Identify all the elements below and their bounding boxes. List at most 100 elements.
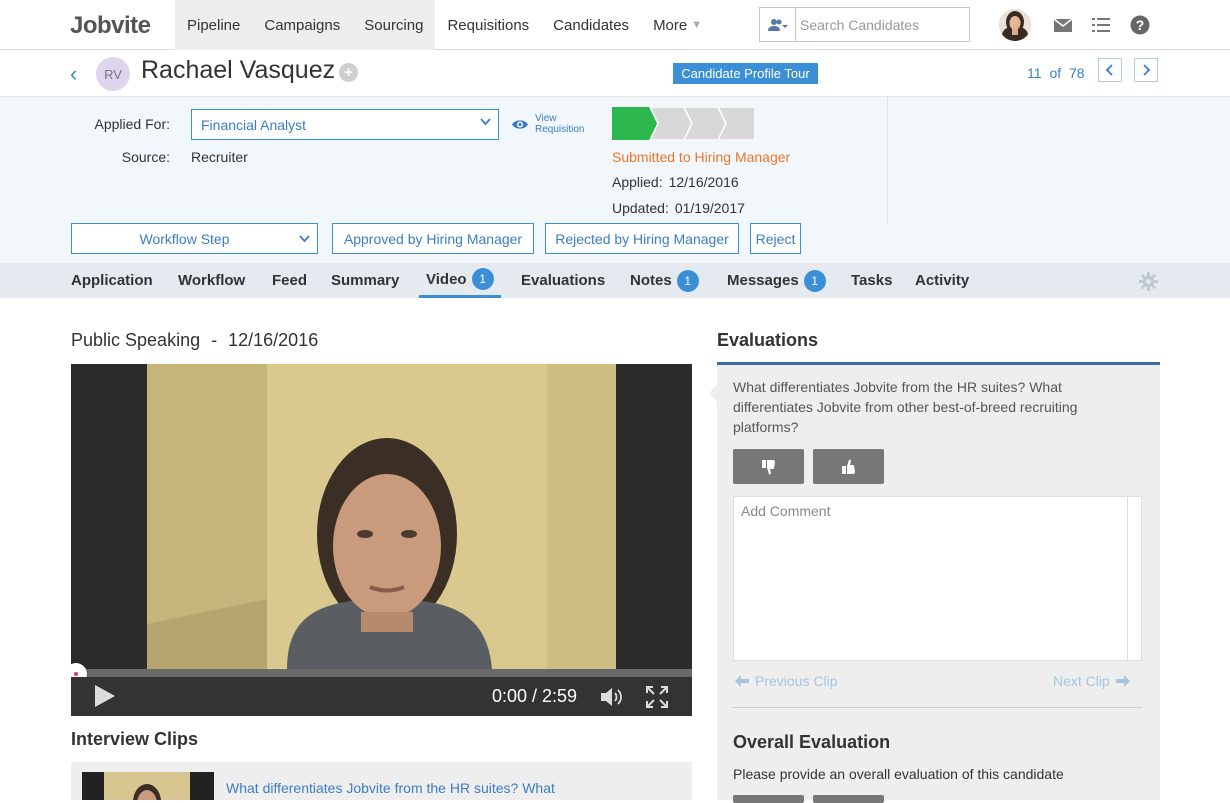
source-label: Source: bbox=[121, 149, 170, 165]
video-count-badge: 1 bbox=[471, 268, 494, 290]
updated-label: Updated: bbox=[612, 200, 669, 216]
candidate-profile-tour-button[interactable]: Candidate Profile Tour bbox=[673, 63, 818, 84]
list-icon[interactable] bbox=[1091, 15, 1111, 35]
view-requisition-line2: Requisition bbox=[535, 124, 585, 135]
clip-date: 12/16/2016 bbox=[228, 330, 319, 350]
arrow-left-icon bbox=[735, 675, 749, 687]
video-seek-bar[interactable] bbox=[71, 669, 692, 677]
next-clip-label: Next Clip bbox=[1053, 673, 1110, 689]
messages-count-badge: 1 bbox=[803, 269, 826, 292]
reject-button[interactable]: Reject bbox=[750, 223, 801, 254]
previous-clip-label: Previous Clip bbox=[755, 673, 838, 689]
tab-notes[interactable]: Notes 1 bbox=[630, 263, 699, 298]
evaluation-divider bbox=[733, 707, 1142, 708]
previous-clip-button[interactable]: Previous Clip bbox=[735, 673, 837, 689]
tab-application[interactable]: Application bbox=[71, 263, 153, 298]
tab-notes-label: Notes bbox=[630, 272, 672, 289]
view-requisition-line1: View bbox=[535, 113, 557, 124]
overall-thumbs-up-button[interactable] bbox=[813, 795, 884, 803]
workflow-progress bbox=[612, 107, 755, 140]
clip-thumbnail[interactable] bbox=[82, 772, 214, 800]
workflow-step-label: Workflow Step bbox=[139, 230, 230, 247]
thumbs-down-icon bbox=[761, 459, 775, 474]
tab-activity[interactable]: Activity bbox=[915, 263, 969, 298]
applied-for-label: Applied For: bbox=[94, 116, 170, 132]
pager-of: of bbox=[1049, 65, 1062, 81]
video-frame bbox=[147, 364, 616, 669]
applied-for-value: Financial Analyst bbox=[201, 116, 307, 133]
notes-count-badge: 1 bbox=[676, 269, 699, 292]
mail-icon[interactable] bbox=[1053, 15, 1073, 35]
applied-date-row: Applied: 12/16/2016 bbox=[612, 174, 739, 190]
next-candidate-button[interactable] bbox=[1134, 58, 1158, 82]
gear-icon[interactable] bbox=[1139, 272, 1158, 296]
approved-by-hiring-manager-button[interactable]: Approved by Hiring Manager bbox=[332, 223, 534, 254]
progress-step-done bbox=[612, 107, 658, 140]
search-input[interactable] bbox=[796, 8, 966, 41]
evaluations-heading: Evaluations bbox=[717, 330, 819, 350]
applied-for-select[interactable]: Financial Analyst bbox=[191, 109, 499, 140]
tab-messages[interactable]: Messages 1 bbox=[727, 263, 826, 298]
overall-evaluation-heading: Overall Evaluation bbox=[733, 732, 891, 752]
tab-feed[interactable]: Feed bbox=[272, 263, 307, 298]
video-controls: 0:00 / 2:59 bbox=[71, 677, 692, 716]
candidate-pager: 11 of 78 bbox=[1027, 65, 1085, 81]
nav-requisitions[interactable]: Requisitions bbox=[435, 0, 541, 50]
help-icon[interactable]: ? bbox=[1130, 15, 1150, 35]
source-value: Recruiter bbox=[191, 149, 248, 165]
updated-date: 01/19/2017 bbox=[674, 200, 745, 216]
tab-evaluations[interactable]: Evaluations bbox=[521, 263, 605, 298]
list-item[interactable]: What differentiates Jobvite from the HR … bbox=[71, 762, 692, 800]
main-nav: Pipeline Campaigns Sourcing Requisitions… bbox=[175, 0, 714, 50]
fullscreen-icon[interactable] bbox=[645, 685, 669, 709]
candidate-info-panel: Applied For: Financial Analyst View Requ… bbox=[0, 96, 1230, 263]
previous-candidate-button[interactable] bbox=[1098, 58, 1122, 82]
play-icon[interactable] bbox=[95, 685, 115, 707]
add-icon[interactable]: + bbox=[339, 63, 358, 82]
tab-video[interactable]: Video 1 bbox=[419, 263, 501, 298]
nav-more[interactable]: More ▼ bbox=[641, 0, 714, 50]
tab-summary[interactable]: Summary bbox=[331, 263, 399, 298]
arrow-right-icon bbox=[1115, 675, 1130, 687]
thumbs-down-button[interactable] bbox=[733, 449, 804, 484]
jobvite-logo[interactable]: Jobvite bbox=[70, 12, 151, 40]
tab-messages-label: Messages bbox=[727, 272, 799, 289]
nav-sourcing[interactable]: Sourcing bbox=[352, 0, 436, 50]
overall-thumbs-down-button[interactable] bbox=[733, 795, 804, 803]
overall-evaluation-instructions: Please provide an overall evaluation of … bbox=[733, 766, 1064, 782]
tab-tasks[interactable]: Tasks bbox=[851, 263, 892, 298]
nav-pipeline[interactable]: Pipeline bbox=[175, 0, 253, 50]
view-requisition-link[interactable]: View Requisition bbox=[511, 113, 584, 135]
people-search-icon[interactable] bbox=[760, 8, 796, 41]
volume-icon[interactable] bbox=[599, 686, 625, 708]
clip-title: Public Speaking - 12/16/2016 bbox=[71, 330, 318, 351]
clip-name: Public Speaking bbox=[71, 330, 201, 350]
video-player[interactable]: 0:00 / 2:59 bbox=[71, 364, 692, 716]
nav-candidates[interactable]: Candidates bbox=[541, 0, 641, 50]
updated-date-row: Updated: 01/19/2017 bbox=[612, 200, 745, 216]
top-nav: Jobvite Pipeline Campaigns Sourcing Requ… bbox=[0, 0, 1230, 50]
panel-divider bbox=[887, 97, 888, 223]
rejected-by-hiring-manager-button[interactable]: Rejected by Hiring Manager bbox=[545, 223, 739, 254]
svg-text:?: ? bbox=[1136, 17, 1145, 33]
next-clip-button[interactable]: Next Clip bbox=[1053, 673, 1130, 689]
pager-position: 11 bbox=[1027, 65, 1042, 81]
user-avatar[interactable] bbox=[999, 9, 1031, 41]
interview-clips-heading: Interview Clips bbox=[71, 729, 199, 749]
tab-workflow[interactable]: Workflow bbox=[178, 263, 245, 298]
clip-question-link[interactable]: What differentiates Jobvite from the HR … bbox=[226, 780, 555, 796]
video-time: 0:00 / 2:59 bbox=[492, 686, 578, 706]
thumbs-up-button[interactable] bbox=[813, 449, 884, 484]
chevron-down-icon bbox=[299, 235, 310, 246]
workflow-step-select[interactable]: Workflow Step bbox=[71, 223, 318, 254]
candidate-initials-avatar: RV bbox=[96, 57, 130, 91]
nav-campaigns[interactable]: Campaigns bbox=[252, 0, 353, 50]
profile-tabs: Application Workflow Feed Summary Video … bbox=[0, 263, 1230, 298]
back-arrow-icon[interactable]: ‹ bbox=[70, 61, 77, 87]
chevron-down-icon bbox=[480, 118, 491, 129]
comment-input[interactable] bbox=[734, 497, 1128, 660]
candidate-header: ‹ RV Rachael Vasquez + Candidate Profile… bbox=[0, 50, 1230, 96]
applied-label: Applied: bbox=[612, 174, 663, 190]
comment-box bbox=[733, 496, 1142, 661]
candidate-name: Rachael Vasquez bbox=[141, 56, 336, 84]
